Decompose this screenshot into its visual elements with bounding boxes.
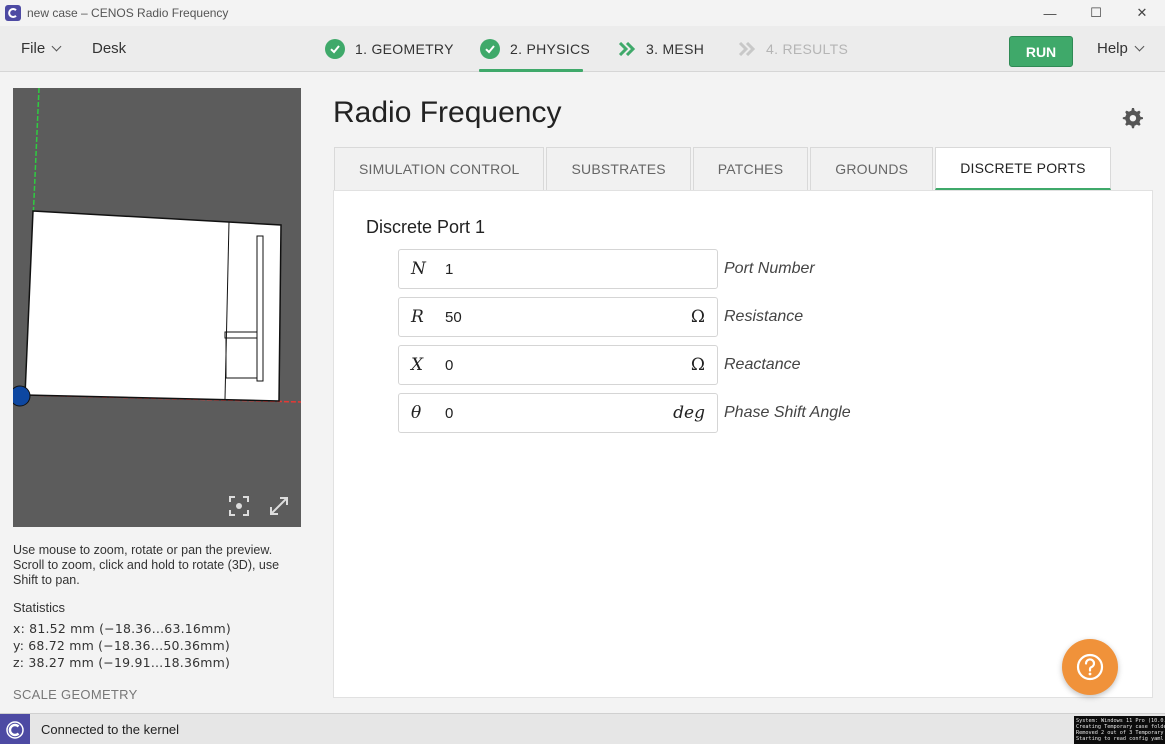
resistance-label: Resistance [724,308,804,325]
desk-menu-label: Desk [92,40,127,57]
phase-shift-symbol: θ [411,403,422,423]
tab-grounds[interactable]: GROUNDS [810,147,934,190]
desk-menu[interactable]: Desk [92,40,126,57]
file-menu[interactable]: File [21,40,62,57]
scale-geometry-button[interactable]: SCALE GEOMETRY [13,687,138,702]
phase-shift-unit: deg [673,403,705,423]
double-chevron-right-icon [738,42,756,56]
step-mesh-label: 3. MESH [646,41,705,57]
focus-icon[interactable] [229,496,249,516]
close-button[interactable]: ✕ [1119,0,1165,26]
active-step-indicator [479,69,583,72]
question-circle-icon [1076,653,1104,681]
tab-substrates[interactable]: SUBSTRATES [546,147,691,190]
port-number-label: Port Number [724,260,815,277]
port-title: Discrete Port 1 [366,217,486,237]
reactance-unit: Ω [690,355,705,375]
app-logo-icon [5,5,21,21]
port-number-symbol: N [411,259,426,279]
tab-simulation-control[interactable]: SIMULATION CONTROL [334,147,545,190]
chevron-down-icon [1134,41,1145,52]
preview-hint: Use mouse to zoom, rotate or pan the pre… [13,543,280,587]
kernel-status: Connected to the kernel [41,722,180,737]
step-geometry[interactable]: 1. GEOMETRY [325,26,454,72]
reactance-label: Reactance [724,356,801,373]
geometry-preview[interactable] [13,88,301,527]
reactance-field: X Ω [398,345,718,385]
window-controls: — ☐ ✕ [1027,0,1165,26]
tab-bar: SIMULATION CONTROL SUBSTRATES PATCHES GR… [334,147,1113,190]
resistance-unit: Ω [690,307,705,327]
maximize-button[interactable]: ☐ [1073,0,1119,26]
terminal-line: Starting to read config yaml [1076,736,1164,742]
terminal-preview[interactable]: System: Windows 11 Pro (10.0. Creating T… [1074,716,1165,744]
stat-z: z: 38.27 mm (−19.91…18.36mm) [13,655,231,670]
resistance-input[interactable] [445,306,665,328]
file-menu-label: File [21,40,46,57]
step-physics-label: 2. PHYSICS [510,41,591,57]
stat-y: y: 68.72 mm (−18.36…50.36mm) [13,638,231,653]
phase-shift-field: θ deg [398,393,718,433]
resistance-symbol: R [411,307,424,327]
phase-shift-input[interactable] [445,402,665,424]
reactance-symbol: X [411,355,424,375]
minimize-button[interactable]: — [1027,0,1073,26]
discrete-ports-panel: Discrete Port 1 N Port Number R Ω Resist… [333,190,1153,698]
run-button[interactable]: RUN [1009,36,1073,67]
step-mesh[interactable]: 3. MESH [618,26,704,72]
window-title: new case – CENOS Radio Frequency [27,6,229,20]
chevron-down-icon [51,41,62,52]
expand-icon[interactable] [269,496,289,516]
menu-bar: File Desk 1. GEOMETRY 2. PHYSICS 3. MESH… [0,26,1165,72]
check-circle-icon [480,39,500,59]
statistics-title: Statistics [13,600,66,615]
stat-x: x: 81.52 mm (−18.36…63.16mm) [13,621,231,636]
step-geometry-label: 1. GEOMETRY [355,41,454,57]
geometry-scene [13,88,301,407]
tab-patches[interactable]: PATCHES [692,147,809,190]
gear-icon[interactable] [1120,106,1144,130]
cenos-logo-icon [0,714,30,744]
page-title: Radio Frequency [333,96,562,129]
phase-shift-label: Phase Shift Angle [724,404,851,421]
resistance-field: R Ω [398,297,718,337]
tab-discrete-ports[interactable]: DISCRETE PORTS [935,147,1111,190]
step-results: 4. RESULTS [738,26,848,72]
help-button[interactable] [1062,639,1118,695]
step-physics[interactable]: 2. PHYSICS [480,26,590,72]
step-results-label: 4. RESULTS [766,41,849,57]
status-bar: Connected to the kernel System: Windows … [0,713,1165,744]
port-number-field: N [398,249,718,289]
help-menu-label: Help [1097,40,1128,57]
title-bar: new case – CENOS Radio Frequency — ☐ ✕ [0,0,1165,26]
port-number-input[interactable] [445,258,665,280]
reactance-input[interactable] [445,354,665,376]
help-menu[interactable]: Help [1097,40,1145,57]
double-chevron-right-icon [618,42,636,56]
check-circle-icon [325,39,345,59]
